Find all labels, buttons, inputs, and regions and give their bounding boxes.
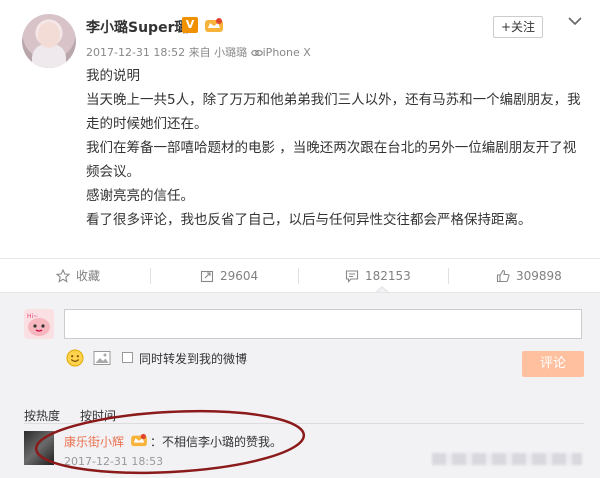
comment-icon — [345, 270, 359, 283]
commenter-avatar[interactable] — [24, 431, 54, 465]
author-avatar[interactable] — [22, 14, 76, 68]
divider — [24, 423, 584, 424]
post-paragraph: 我们在筹备一部嘻哈题材的电影 ，当晚还两次跟在台北的另外一位编剧朋友开了视频会议… — [86, 140, 577, 180]
link-icon — [250, 49, 263, 57]
post-paragraph: 看了很多评论，我也反省了自己，以后与任何异性交往都会严格保持距离。 — [86, 212, 532, 228]
post-paragraph: 当天晚上一共5人，除了万万和他弟弟我们三人以外，还有马苏和一个编剧朋友，我走的时… — [86, 92, 581, 132]
divider — [298, 268, 299, 284]
star-icon — [56, 269, 70, 283]
post-source: 来自 小璐璐 — [188, 46, 248, 59]
divider — [150, 268, 151, 284]
action-bar: 收藏 29604 182153 309898 — [0, 258, 600, 292]
post-device[interactable]: iPhone X — [263, 46, 311, 59]
smiley-icon[interactable] — [66, 349, 84, 367]
like-button[interactable]: 309898 — [496, 259, 562, 293]
like-count: 309898 — [516, 269, 562, 283]
post-content: 我的说明 当天晚上一共5人，除了万万和他弟弟我们三人以外，还有马苏和一个编剧朋友… — [86, 64, 586, 232]
chevron-down-icon[interactable] — [568, 16, 582, 26]
verified-badge-icon: V — [182, 17, 198, 33]
svg-text:Hi~: Hi~ — [27, 313, 38, 320]
post-paragraph: 感谢亮亮的信任。 — [86, 188, 194, 204]
favorite-label: 收藏 — [76, 269, 101, 283]
cartoon-avatar-icon: Hi~ — [24, 309, 54, 339]
tab-sort-by-hot[interactable]: 按热度 — [24, 407, 60, 424]
comment-input[interactable] — [64, 309, 582, 339]
weibo-post: 李小璐Super璐 V 2017-12-31 18:52 来自 小璐璐 iPho… — [0, 0, 600, 258]
divider — [448, 268, 449, 284]
image-icon[interactable] — [93, 350, 111, 366]
forward-checkbox[interactable] — [122, 352, 133, 363]
repost-icon — [200, 270, 214, 283]
commenter-name[interactable]: 康乐街小辉 — [64, 433, 124, 450]
post-meta: 2017-12-31 18:52 来自 小璐璐 iPhone X — [86, 44, 311, 60]
comment-panel: Hi~ 同时转发到我的微博 评论 按热度 按时间 康乐街小辉 ：不相信李小璐的赞… — [0, 292, 600, 478]
repost-button[interactable]: 29604 — [200, 259, 258, 293]
submit-comment-button[interactable]: 评论 — [522, 351, 584, 377]
forward-label[interactable]: 同时转发到我的微博 — [139, 350, 247, 367]
comment-time[interactable]: 2017-12-31 18:53 — [64, 455, 163, 468]
post-paragraph: 我的说明 — [86, 68, 140, 84]
tab-sort-by-time[interactable]: 按时间 — [80, 407, 116, 424]
my-avatar[interactable]: Hi~ — [24, 309, 54, 339]
thumbs-up-icon — [496, 269, 510, 283]
follow-button[interactable]: +关注 — [493, 16, 543, 38]
vip-crown-icon — [131, 433, 147, 447]
author-name[interactable]: 李小璐Super璐 — [86, 17, 188, 37]
repost-count: 29604 — [220, 269, 259, 283]
comment-sort-tabs: 按热度 按时间 — [24, 407, 116, 424]
post-timestamp[interactable]: 2017-12-31 18:52 — [86, 46, 185, 59]
comment-text: ：不相信李小璐的赞我。 — [150, 435, 283, 449]
blurred-watermark — [432, 453, 582, 465]
vip-crown-icon — [205, 18, 223, 32]
favorite-button[interactable]: 收藏 — [56, 259, 100, 293]
